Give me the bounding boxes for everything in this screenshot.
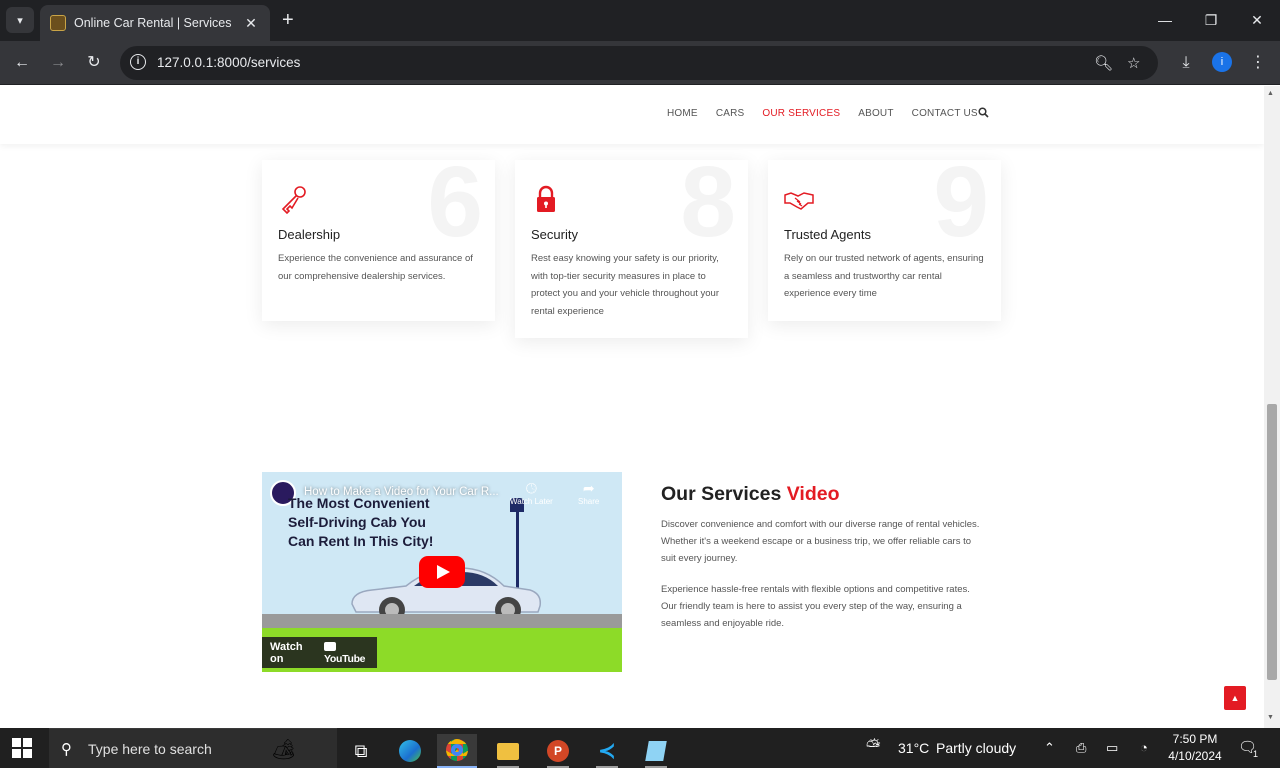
browser-toolbar: ← → ↻ i 127.0.0.1:8000/services 🔍︎ ☆ ⤓ i… xyxy=(0,41,1280,85)
address-bar[interactable]: i 127.0.0.1:8000/services 🔍︎ ☆ xyxy=(120,46,1158,80)
services-video-title: Our Services Video xyxy=(661,483,840,506)
page-scrollbar[interactable]: ▲ ▼ xyxy=(1264,86,1280,728)
card-number: 9 xyxy=(933,146,989,258)
watch-on-youtube-button[interactable]: Watch on YouTube xyxy=(262,637,377,668)
watch-on-label: Watch on xyxy=(270,640,303,665)
search-icon: ⚲ xyxy=(61,741,72,758)
tab-search-button[interactable]: ▾ xyxy=(6,7,34,33)
windows-start-icon[interactable] xyxy=(12,738,32,758)
key-icon xyxy=(281,186,306,214)
share-icon: ➦ xyxy=(582,480,595,496)
chrome-icon[interactable] xyxy=(437,734,477,768)
share-button[interactable]: ➦ Share xyxy=(578,480,599,506)
youtube-video-embed[interactable]: The Most Convenient Self-Driving Cab You… xyxy=(262,472,622,672)
site-header: HOME CARS OUR SERVICES ABOUT CONTACT US xyxy=(0,86,1264,144)
close-window-button[interactable]: ✕ xyxy=(1234,8,1280,32)
card-number: 8 xyxy=(680,146,736,258)
back-button[interactable]: ← xyxy=(10,51,34,75)
menu-kebab-icon[interactable]: ⋮ xyxy=(1246,51,1270,75)
close-tab-icon[interactable]: ✕ xyxy=(242,15,260,32)
title-main: Our Services xyxy=(661,483,782,505)
profile-avatar[interactable]: i xyxy=(1212,52,1232,72)
card-text: Rest easy knowing your safety is our pri… xyxy=(531,253,720,317)
page-viewport: HOME CARS OUR SERVICES ABOUT CONTACT US … xyxy=(0,86,1264,728)
title-highlight: Video xyxy=(786,483,840,505)
site-favicon-icon xyxy=(50,15,66,31)
meet-now-icon[interactable]: ⎙ xyxy=(1076,740,1086,756)
browser-tab[interactable]: Online Car Rental | Services ✕ xyxy=(40,5,270,41)
search-highlight-icon: 🏕︎ xyxy=(271,739,297,761)
nav-home[interactable]: HOME xyxy=(667,108,698,119)
card-title: Security xyxy=(531,227,578,242)
scroll-down-arrow-icon[interactable]: ▼ xyxy=(1267,714,1274,721)
card-text: Experience the convenience and assurance… xyxy=(278,253,473,282)
search-icon[interactable] xyxy=(978,107,989,121)
bookmark-star-icon[interactable]: ☆ xyxy=(1127,54,1140,72)
lock-icon xyxy=(537,185,555,212)
task-view-icon[interactable]: ⧉ xyxy=(341,734,381,768)
show-hidden-icons-chevron-icon[interactable]: ⌃ xyxy=(1044,740,1055,756)
tab-title: Online Car Rental | Services xyxy=(74,16,232,30)
service-card-dealership: 6 Dealership Experience the convenience … xyxy=(262,152,495,321)
forward-button[interactable]: → xyxy=(46,51,70,75)
watch-later-button[interactable]: 🕓︎ Watch Later xyxy=(510,480,553,506)
nav-contact-us[interactable]: CONTACT US xyxy=(912,108,978,119)
card-title: Dealership xyxy=(278,227,341,242)
file-explorer-icon[interactable] xyxy=(488,734,528,768)
headline-line: Can Rent In This City! xyxy=(288,533,434,549)
youtube-wordmark: YouTube xyxy=(323,652,366,665)
services-video-paragraph-1: Discover convenience and comfort with ou… xyxy=(661,519,980,564)
download-icon[interactable]: ⤓ xyxy=(1174,51,1198,75)
services-video-paragraph-2: Experience hassle-free rentals with flex… xyxy=(661,584,970,629)
nav-about[interactable]: ABOUT xyxy=(858,108,893,119)
clock-time: 7:50 PM xyxy=(1172,732,1218,746)
notification-count-badge: 1 xyxy=(1253,749,1259,759)
minimize-button[interactable]: — xyxy=(1142,8,1188,32)
main-nav: HOME CARS OUR SERVICES ABOUT CONTACT US xyxy=(667,108,996,119)
watch-later-label: Watch Later xyxy=(510,497,553,506)
wifi-icon[interactable]: ◔ xyxy=(1140,740,1148,755)
weather-description[interactable]: Partly cloudy xyxy=(936,740,1016,756)
weather-icon[interactable]: ⛅︎ xyxy=(866,736,880,757)
zoom-icon[interactable]: 🔍︎ xyxy=(1094,54,1113,72)
card-title: Trusted Agents xyxy=(784,227,871,242)
taskbar-search-box[interactable]: ⚲ Type here to search 🏕︎ xyxy=(49,728,337,768)
weather-temp[interactable]: 31°C xyxy=(898,740,929,756)
scroll-up-arrow-icon[interactable]: ▲ xyxy=(1267,90,1274,97)
video-title[interactable]: How to Make a Video for Your Car R... xyxy=(304,486,499,498)
clock-icon: 🕓︎ xyxy=(525,480,537,496)
service-card-security: 8 Security Rest easy knowing your safety… xyxy=(515,152,748,338)
back-to-top-button[interactable]: ▲ xyxy=(1224,686,1246,710)
site-info-icon[interactable]: i xyxy=(130,54,146,70)
card-text: Rely on our trusted network of agents, e… xyxy=(784,253,984,299)
scrollbar-thumb[interactable] xyxy=(1267,404,1277,680)
play-icon[interactable] xyxy=(419,556,465,588)
edge-icon[interactable] xyxy=(390,734,430,768)
nav-cars[interactable]: CARS xyxy=(716,108,745,119)
notepad-icon[interactable] xyxy=(636,734,676,768)
vscode-icon[interactable]: ≺ xyxy=(587,734,627,768)
card-number: 6 xyxy=(427,146,483,258)
system-clock[interactable]: 7:50 PM 4/10/2024 xyxy=(1160,731,1230,765)
browser-tabbar: ▾ Online Car Rental | Services ✕ + — ❐ ✕ xyxy=(0,0,1280,41)
share-label: Share xyxy=(578,497,600,506)
battery-icon[interactable]: ▭ xyxy=(1106,740,1118,756)
youtube-logo: YouTube xyxy=(323,641,377,665)
headline-line: Self-Driving Cab You xyxy=(288,514,426,530)
new-tab-button[interactable]: + xyxy=(282,8,294,32)
service-card-trusted-agents: 9 Trusted Agents Rely on our trusted net… xyxy=(768,152,1001,321)
video-headline: The Most Convenient Self-Driving Cab You… xyxy=(288,494,433,551)
reload-button[interactable]: ↻ xyxy=(82,51,106,75)
clock-date: 4/10/2024 xyxy=(1168,749,1222,763)
road xyxy=(262,614,622,628)
taskbar-search-placeholder: Type here to search xyxy=(88,741,212,757)
handshake-icon xyxy=(784,192,814,210)
windows-taskbar: ⚲ Type here to search 🏕︎ ⧉ P ≺ ⛅︎ 31°C P… xyxy=(0,728,1280,768)
powerpoint-icon[interactable]: P xyxy=(538,734,578,768)
nav-our-services[interactable]: OUR SERVICES xyxy=(762,108,840,119)
restore-button[interactable]: ❐ xyxy=(1188,8,1234,32)
url-text: 127.0.0.1:8000/services xyxy=(157,55,301,70)
